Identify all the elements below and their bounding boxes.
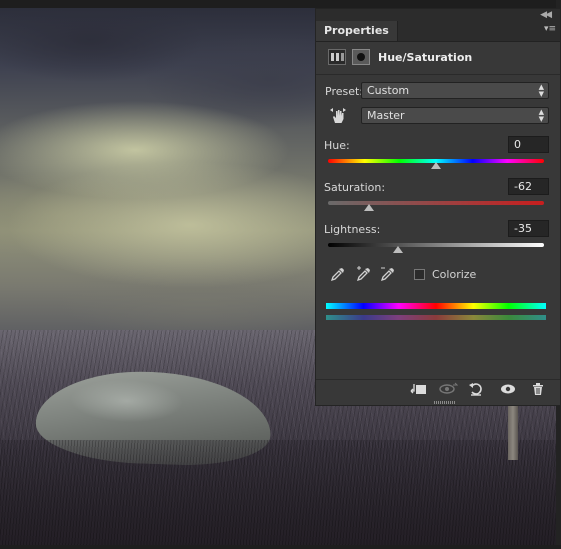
- lightness-input[interactable]: -35: [508, 220, 549, 237]
- mask-icon[interactable]: [352, 49, 370, 65]
- properties-panel: ◀◀ Properties ▾≡ Hue/Saturation Preset: …: [315, 8, 561, 406]
- eyedropper-icon[interactable]: [330, 266, 346, 282]
- trash-icon[interactable]: [527, 382, 549, 400]
- panel-collapse-strip: ◀◀: [316, 9, 560, 21]
- lightness-value: -35: [514, 222, 532, 235]
- collapse-icon[interactable]: ◀◀: [540, 9, 552, 21]
- colorize-label: Colorize: [432, 268, 477, 281]
- eyedropper-minus-icon[interactable]: [380, 266, 396, 282]
- select-arrows-icon: ▲ ▼: [538, 83, 544, 98]
- select-arrows-icon: ▲ ▼: [538, 108, 544, 123]
- colorize-checkbox[interactable]: [414, 269, 425, 280]
- panel-footer: [316, 379, 560, 402]
- hue-slider-thumb[interactable]: [431, 162, 441, 169]
- hue-input[interactable]: 0: [508, 136, 549, 153]
- clip-to-layer-icon[interactable]: [407, 382, 429, 400]
- hue-label: Hue:: [324, 139, 350, 152]
- tab-label: Properties: [324, 24, 389, 37]
- saturation-value: -62: [514, 180, 532, 193]
- panel-tab-bar: Properties ▾≡: [316, 21, 560, 42]
- hue-value: 0: [514, 138, 521, 151]
- preset-value: Custom: [367, 84, 410, 97]
- view-previous-state-icon[interactable]: [437, 382, 459, 400]
- saturation-slider-track[interactable]: [328, 201, 544, 205]
- lightness-slider-thumb[interactable]: [393, 246, 404, 253]
- saturation-input[interactable]: -62: [508, 178, 549, 195]
- eyedropper-plus-icon[interactable]: [356, 266, 372, 282]
- output-color-bar: [326, 315, 546, 320]
- targeted-adjustment-hand-icon[interactable]: [329, 107, 347, 125]
- preset-select[interactable]: Custom ▲ ▼: [361, 82, 549, 99]
- panel-resize-grip[interactable]: [434, 401, 456, 404]
- panel-menu-icon[interactable]: ▾≡: [544, 24, 556, 34]
- lightness-label: Lightness:: [324, 223, 381, 236]
- window-bottom-edge: [0, 545, 561, 549]
- reset-icon[interactable]: [465, 382, 487, 400]
- saturation-label: Saturation:: [324, 181, 386, 194]
- window-top-edge: [0, 0, 561, 8]
- lightness-slider-track[interactable]: [328, 243, 544, 247]
- foreground-grass: [0, 440, 561, 549]
- saturation-slider-thumb[interactable]: [364, 204, 375, 211]
- adjustment-layer-icon[interactable]: [328, 49, 346, 65]
- visibility-eye-icon[interactable]: [497, 382, 519, 400]
- tab-properties[interactable]: Properties: [316, 21, 398, 41]
- channel-select[interactable]: Master ▲ ▼: [361, 107, 549, 124]
- preset-label: Preset:: [325, 85, 364, 98]
- wooden-post: [508, 400, 518, 460]
- input-color-bar: [326, 303, 546, 309]
- adjustment-title: Hue/Saturation: [378, 51, 473, 64]
- channel-value: Master: [367, 109, 405, 122]
- adjustment-header: Hue/Saturation: [316, 42, 560, 75]
